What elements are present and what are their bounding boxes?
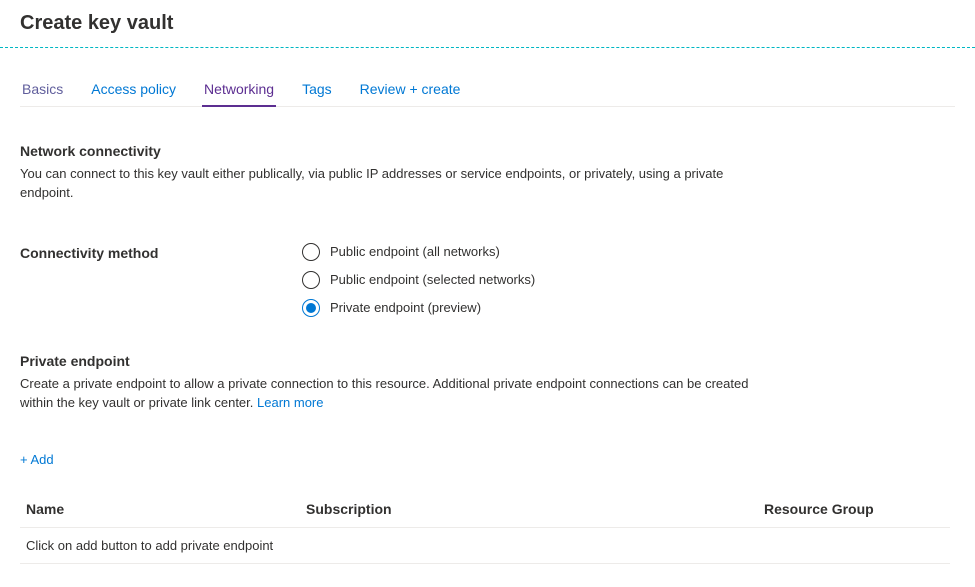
connectivity-method-row: Connectivity method Public endpoint (all… [20,243,955,317]
tab-access-policy[interactable]: Access policy [89,81,178,107]
radio-public-allpoint-all[interactable]: Public endpoint (all networks) [302,243,535,261]
private-endpoint-heading: Private endpoint [20,353,955,369]
tab-review-create[interactable]: Review + create [358,81,463,107]
radio-label: Public endpoint (all networks) [330,244,500,259]
tab-networking[interactable]: Networking [202,81,276,107]
radio-label: Public endpoint (selected networks) [330,272,535,287]
private-endpoint-description: Create a private endpoint to allow a pri… [20,375,780,413]
network-connectivity-section: Network connectivity You can connect to … [20,143,955,317]
radio-icon [302,243,320,261]
private-endpoint-description-text: Create a private endpoint to allow a pri… [20,376,748,410]
radio-icon [302,271,320,289]
col-header-subscription[interactable]: Subscription [306,501,764,517]
radio-public-endpoint-selected[interactable]: Public endpoint (selected networks) [302,271,535,289]
connectivity-method-label: Connectivity method [20,243,302,261]
connectivity-heading: Network connectivity [20,143,955,159]
separator [0,47,975,48]
table-header: Name Subscription Resource Group [20,491,950,528]
col-header-name[interactable]: Name [26,501,306,517]
table-empty-row: Click on add button to add private endpo… [20,528,950,564]
private-endpoint-section: Private endpoint Create a private endpoi… [20,353,955,565]
connectivity-method-radiogroup: Public endpoint (all networks) Public en… [302,243,535,317]
table-empty-message: Click on add button to add private endpo… [26,538,273,553]
tab-tags[interactable]: Tags [300,81,334,107]
tab-strip: Basics Access policy Networking Tags Rev… [20,80,955,107]
private-endpoint-table: Name Subscription Resource Group Click o… [20,491,950,564]
radio-private-endpoint[interactable]: Private endpoint (preview) [302,299,535,317]
col-header-resource-group[interactable]: Resource Group [764,501,944,517]
radio-icon [302,299,320,317]
radio-label: Private endpoint (preview) [330,300,481,315]
learn-more-link[interactable]: Learn more [257,395,323,410]
tab-basics[interactable]: Basics [20,81,65,107]
connectivity-description: You can connect to this key vault either… [20,165,780,203]
add-private-endpoint-button[interactable]: + Add [20,452,54,467]
page-title: Create key vault [20,12,955,35]
